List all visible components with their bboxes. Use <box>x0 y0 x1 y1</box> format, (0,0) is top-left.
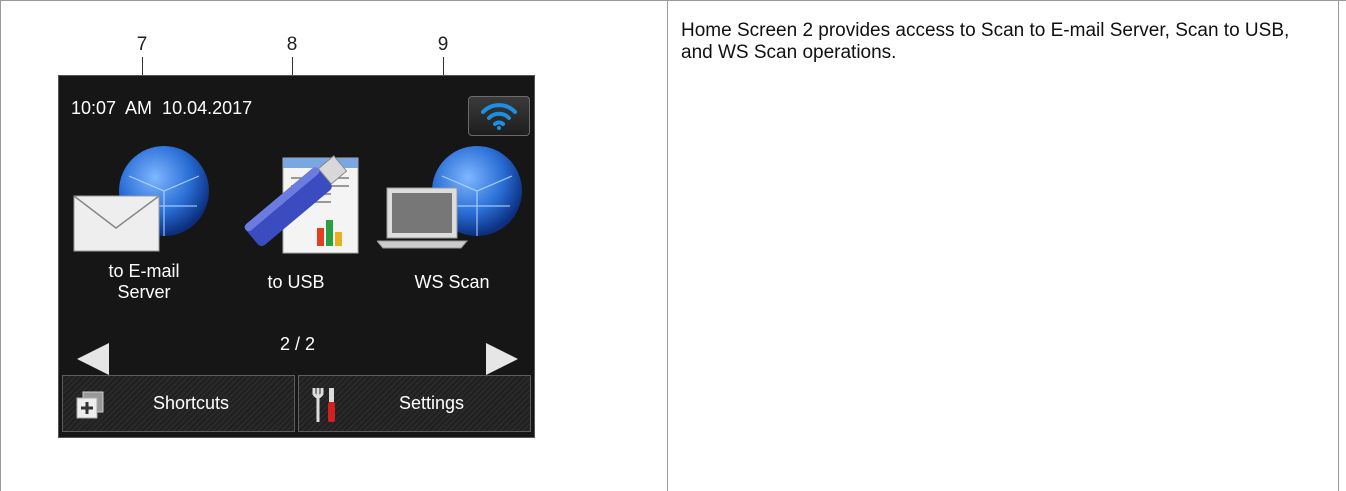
tools-icon <box>312 388 335 422</box>
page-indicator: 2 / 2 <box>279 334 316 354</box>
usb-document-icon <box>244 155 359 254</box>
shortcuts-plus-icon <box>76 391 104 419</box>
app-label-email-server: to E-mail Server <box>108 261 180 302</box>
description-text: Home Screen 2 provides access to Scan to… <box>681 20 1290 63</box>
settings-label: Settings <box>399 393 465 413</box>
laptop-globe-icon <box>377 146 522 249</box>
wifi-button[interactable] <box>468 96 530 136</box>
callout-9: 9 <box>437 34 449 55</box>
right-arrow-icon[interactable] <box>482 341 522 377</box>
email-globe-icon <box>73 146 209 252</box>
table-border-top <box>0 0 1346 1</box>
callout-7: 7 <box>136 34 148 55</box>
table-border-left <box>0 0 1 491</box>
table-column-divider <box>667 0 668 491</box>
shortcuts-button[interactable]: Shortcuts <box>62 375 295 432</box>
wifi-icon <box>481 103 517 130</box>
app-scan-to-email-server[interactable]: to E-mail Server <box>69 146 219 346</box>
settings-button[interactable]: Settings <box>298 375 531 432</box>
app-ws-scan[interactable]: WS Scan <box>377 146 527 346</box>
app-label-usb: to USB <box>267 272 325 292</box>
callout-8: 8 <box>286 34 298 55</box>
app-label-ws-scan: WS Scan <box>414 272 490 292</box>
shortcuts-label: Shortcuts <box>153 393 230 413</box>
left-arrow-icon[interactable] <box>73 341 113 377</box>
touchscreen-home-2: 10:07 AM 10.04.2017 to E-mail Server to … <box>58 75 535 438</box>
date-time: 10:07 AM 10.04.2017 <box>71 98 253 118</box>
app-scan-to-usb[interactable]: to USB <box>221 146 371 346</box>
table-border-right <box>1338 0 1339 491</box>
